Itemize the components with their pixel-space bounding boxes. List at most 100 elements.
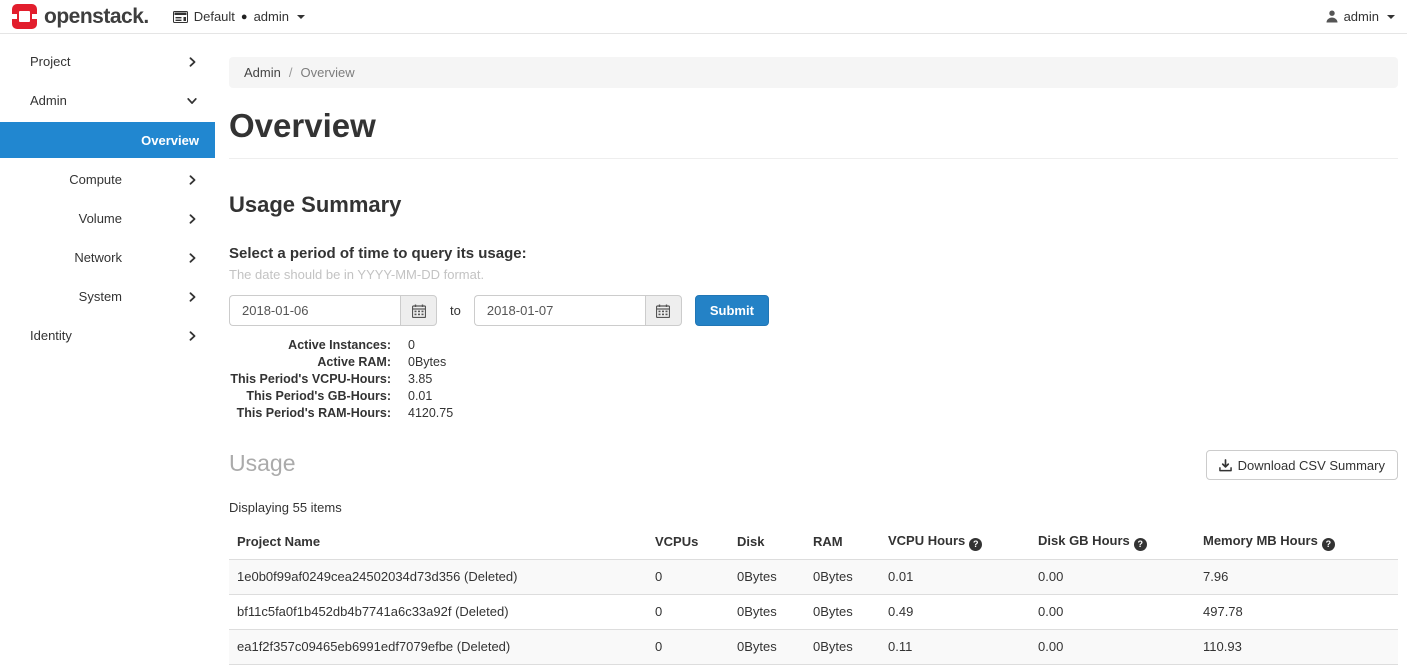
- usage-summary-heading: Usage Summary: [229, 192, 1398, 218]
- date-from-group: [229, 295, 437, 326]
- chevron-right-icon: [187, 56, 198, 68]
- stat-label: This Period's RAM-Hours:: [229, 406, 391, 420]
- main-content: Admin / Overview Overview Usage Summary …: [215, 34, 1407, 670]
- cell-disk-gb-hours: 0.00: [1030, 594, 1195, 629]
- project-label: admin: [254, 9, 289, 24]
- stat-value: 0Bytes: [408, 355, 1398, 369]
- sidebar-item-label: System: [79, 289, 122, 304]
- download-csv-button[interactable]: Download CSV Summary: [1206, 450, 1398, 480]
- date-to-input[interactable]: [474, 295, 645, 326]
- cell-vcpus: 0: [647, 629, 729, 664]
- stat-value: 0: [408, 338, 1398, 352]
- stat-label: This Period's VCPU-Hours:: [229, 372, 391, 386]
- cell-project-name: bf11c5fa0f1b452db4b7741a6c33a92f (Delete…: [229, 594, 647, 629]
- cell-ram: 0Bytes: [805, 594, 880, 629]
- sidebar-item-project[interactable]: Project: [0, 42, 215, 81]
- sidebar-item-label: Project: [30, 54, 70, 69]
- sidebar-item-label: Network: [74, 250, 122, 265]
- sidebar-item-network[interactable]: Network: [0, 238, 215, 277]
- stat-value: 4120.75: [408, 406, 1398, 420]
- brand-name: openstack.: [44, 5, 149, 29]
- download-icon: [1219, 459, 1232, 472]
- help-icon[interactable]: ?: [1322, 538, 1335, 551]
- stat-label: Active Instances:: [229, 338, 391, 352]
- col-header-project-name[interactable]: Project Name: [229, 527, 647, 559]
- help-icon[interactable]: ?: [969, 538, 982, 551]
- cell-disk: 0Bytes: [729, 559, 805, 594]
- cell-memory-mb-hours: 497.78: [1195, 594, 1398, 629]
- sidebar-item-volume[interactable]: Volume: [0, 199, 215, 238]
- chevron-right-icon: [187, 291, 198, 303]
- cell-project-name: ea1f2f357c09465eb6991edf7079efbe (Delete…: [229, 629, 647, 664]
- sidebar-item-admin[interactable]: Admin: [0, 81, 215, 120]
- domain-icon: [173, 11, 188, 23]
- stat-value: 3.85: [408, 372, 1398, 386]
- chevron-down-icon: [297, 15, 305, 19]
- title-divider: [229, 158, 1398, 159]
- top-navbar: openstack. Default ● admin admin: [0, 0, 1407, 34]
- sidebar-item-label: Admin: [30, 93, 67, 108]
- submit-button[interactable]: Submit: [695, 295, 769, 326]
- openstack-logo-icon: [12, 4, 37, 29]
- cell-vcpus: 0: [647, 559, 729, 594]
- col-header-vcpus[interactable]: VCPUs: [647, 527, 729, 559]
- col-header-disk[interactable]: Disk: [729, 527, 805, 559]
- cell-vcpu-hours: 0.01: [880, 559, 1030, 594]
- sidebar-item-label: Identity: [30, 328, 72, 343]
- sidebar-item-label: Volume: [79, 211, 122, 226]
- col-header-vcpu-hours[interactable]: VCPU Hours?: [880, 527, 1030, 559]
- col-header-disk-gb-hours[interactable]: Disk GB Hours?: [1030, 527, 1195, 559]
- stat-label: This Period's GB-Hours:: [229, 389, 391, 403]
- table-header-row: Project Name VCPUs Disk RAM VCPU Hours? …: [229, 527, 1398, 559]
- calendar-icon[interactable]: [400, 295, 437, 326]
- calendar-icon[interactable]: [645, 295, 682, 326]
- stat-label: Active RAM:: [229, 355, 391, 369]
- page-title: Overview: [229, 106, 1398, 146]
- download-csv-label: Download CSV Summary: [1238, 458, 1385, 473]
- cell-disk-gb-hours: 0.00: [1030, 629, 1195, 664]
- brand-logo[interactable]: openstack.: [12, 4, 149, 29]
- chevron-down-icon: [1387, 15, 1395, 19]
- cell-vcpu-hours: 0.49: [880, 594, 1030, 629]
- sidebar-item-overview[interactable]: Overview: [0, 122, 215, 158]
- chevron-right-icon: [187, 330, 198, 342]
- help-icon[interactable]: ?: [1134, 538, 1147, 551]
- user-name: admin: [1344, 9, 1379, 24]
- cell-disk: 0Bytes: [729, 629, 805, 664]
- cell-disk-gb-hours: 0.00: [1030, 559, 1195, 594]
- cell-vcpu-hours: 0.11: [880, 629, 1030, 664]
- sidebar-item-label: Overview: [141, 133, 199, 148]
- chevron-right-icon: [187, 213, 198, 225]
- col-header-ram[interactable]: RAM: [805, 527, 880, 559]
- date-to-group: [474, 295, 682, 326]
- user-menu[interactable]: admin: [1326, 9, 1395, 24]
- usage-table: Project Name VCPUs Disk RAM VCPU Hours? …: [229, 527, 1398, 665]
- cell-vcpus: 0: [647, 594, 729, 629]
- to-label: to: [450, 303, 461, 318]
- usage-stats: Active Instances: 0 Active RAM: 0Bytes T…: [229, 338, 1398, 420]
- domain-label: Default: [194, 9, 235, 24]
- cell-ram: 0Bytes: [805, 559, 880, 594]
- breadcrumb: Admin / Overview: [229, 57, 1398, 88]
- table-row: ea1f2f357c09465eb6991edf7079efbe (Delete…: [229, 629, 1398, 664]
- breadcrumb-current: Overview: [300, 65, 354, 80]
- cell-memory-mb-hours: 110.93: [1195, 629, 1398, 664]
- sidebar-item-compute[interactable]: Compute: [0, 160, 215, 199]
- sidebar-item-label: Compute: [69, 172, 122, 187]
- cell-ram: 0Bytes: [805, 629, 880, 664]
- period-prompt: Select a period of time to query its usa…: [229, 245, 1398, 262]
- cell-memory-mb-hours: 7.96: [1195, 559, 1398, 594]
- user-icon: [1326, 10, 1338, 23]
- sidebar-item-system[interactable]: System: [0, 277, 215, 316]
- breadcrumb-admin-link[interactable]: Admin: [244, 65, 281, 80]
- usage-section-header: Usage Download CSV Summary: [229, 450, 1398, 480]
- date-range-form: to Submit: [229, 295, 1398, 326]
- chevron-right-icon: [187, 174, 198, 186]
- cell-project-name: 1e0b0f99af0249cea24502034d73d356 (Delete…: [229, 559, 647, 594]
- col-header-memory-mb-hours[interactable]: Memory MB Hours?: [1195, 527, 1398, 559]
- stat-value: 0.01: [408, 389, 1398, 403]
- domain-project-switcher[interactable]: Default ● admin: [173, 9, 305, 24]
- sidebar-item-identity[interactable]: Identity: [0, 316, 215, 355]
- date-from-input[interactable]: [229, 295, 400, 326]
- sidebar-nav: Project Admin Overview Compute Volume: [0, 34, 215, 670]
